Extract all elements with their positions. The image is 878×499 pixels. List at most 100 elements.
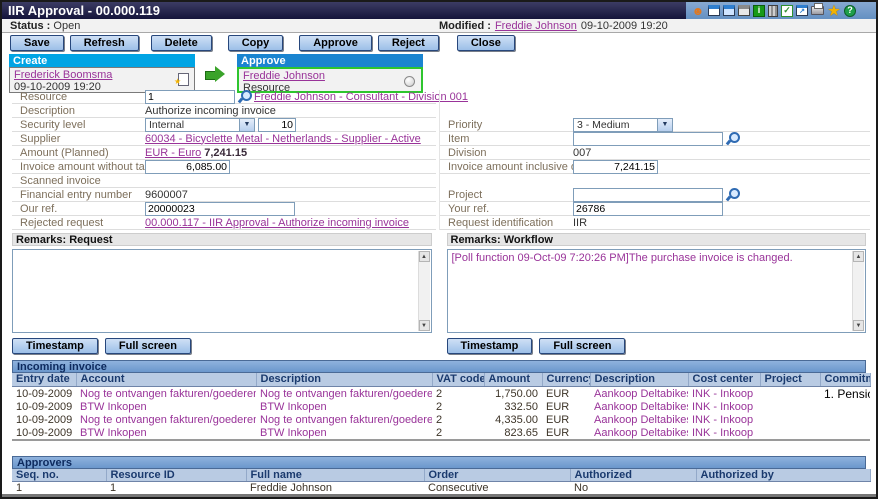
table-cell: 2 [432,386,484,401]
fullscreen-button[interactable]: Full screen [539,338,625,354]
project-input[interactable] [573,188,723,202]
copy-button[interactable]: Copy [228,35,284,51]
copy-icon[interactable] [738,5,750,16]
table-link-cell[interactable]: BTW Inkopen [256,427,432,440]
search-icon[interactable] [238,90,251,103]
resource-card-icon[interactable]: ☻ [691,4,705,17]
table-row: 10-09-2009BTW InkopenBTW Inkopen2332.50E… [12,401,870,414]
table-link-cell[interactable]: INK - Inkoop [688,414,760,427]
close-button[interactable]: Close [457,35,515,51]
security-level-value-input[interactable] [258,118,296,132]
scrollbar[interactable]: ▲ ▼ [852,251,864,331]
resource-link[interactable]: Freddie Johnson - Consultant - Division … [254,91,468,103]
workflow-icon[interactable]: ✓ [781,5,793,17]
scrollbar[interactable]: ▲ ▼ [418,251,430,331]
table-link-cell[interactable]: Aankoop Deltabikes [590,401,688,414]
incoming-invoice-section: Incoming invoice Entry dateAccountDescri… [12,360,866,441]
priority-select[interactable]: 3 - Medium ▼ [573,118,673,132]
approve-button[interactable]: Approve [299,35,372,51]
status-bar: Status : Open Modified : Freddie Johnson… [2,19,876,33]
approve-resource-link[interactable]: Freddie Johnson [243,70,325,82]
table-cell [820,414,870,427]
delete-icon[interactable] [768,5,778,17]
table-cell: 2 [432,401,484,414]
item-input[interactable] [573,132,723,146]
attachments-icon[interactable] [723,5,735,16]
table-cell: 4,335.00 [484,414,542,427]
our-ref-input[interactable] [145,202,295,216]
rejected-request-label: Rejected request [12,217,145,229]
security-level-select[interactable]: Internal ▼ [145,118,255,132]
table-link-cell[interactable]: INK - Inkoop [688,427,760,440]
invoice-amount-inclusive-of-tax-input[interactable] [573,160,658,174]
info-icon[interactable]: i [753,5,765,17]
modified-info: Modified : Freddie Johnson 09-10-2009 19… [439,19,668,32]
table-link-cell[interactable]: INK - Inkoop [688,386,760,401]
currency-link[interactable]: EUR - Euro [145,147,201,159]
rejected-request-link[interactable]: 00.000.117 - IIR Approval - Authorize in… [145,217,409,229]
remarks-request-textarea[interactable]: ▲ ▼ [12,249,432,333]
table-link-cell[interactable]: Nog te ontvangen fakturen/goederen [76,386,256,401]
table-cell: 2 [432,414,484,427]
our-ref-label: Our ref. [12,203,145,215]
table-cell: 10-09-2009 [12,414,76,427]
next-step-arrow-icon [205,66,227,82]
create-resource-link[interactable]: Frederick Boomsma [14,69,112,81]
table-link-cell[interactable]: Nog te ontvangen fakturen/goederen [256,414,432,427]
table-link-cell[interactable]: Aankoop Deltabikes [590,386,688,401]
save-button[interactable]: Save [10,35,64,51]
remarks-workflow-title: Remarks: Workflow [451,234,554,246]
financial-entry-number-value: 9600007 [145,189,188,201]
print-icon[interactable] [811,6,824,15]
table-link-cell[interactable]: Nog te ontvangen fakturen/goederen [76,414,256,427]
resource-input[interactable] [145,90,235,104]
fullscreen-button[interactable]: Full screen [105,338,191,354]
timestamp-button[interactable]: Timestamp [12,338,98,354]
delete-button[interactable]: Delete [151,35,212,51]
page-title: IIR Approval - 00.000.119 [8,3,160,18]
title-bar: IIR Approval - 00.000.119 ☻ i ✓↗ ★? [2,2,876,19]
favorites-icon[interactable]: ★ [827,4,841,17]
column-header: Commitment [820,373,870,386]
scroll-down-icon[interactable]: ▼ [853,320,864,331]
popup-icon[interactable]: ↗ [796,5,808,16]
search-icon[interactable] [726,188,739,201]
search-icon[interactable] [726,132,739,145]
refresh-button[interactable]: Refresh [70,35,139,51]
supplier-link[interactable]: 60034 - Bicyclette Metal - Netherlands -… [145,133,421,145]
table-cell [760,427,820,440]
invoice-amount-without-tax-input[interactable] [145,160,230,174]
help-icon[interactable]: ? [844,5,856,17]
table-link-cell[interactable]: INK - Inkoop [688,401,760,414]
table-link-cell[interactable]: Aankoop Deltabikes [590,414,688,427]
division-label: Division [440,147,573,159]
table-link-cell[interactable]: Aankoop Deltabikes [590,427,688,440]
scroll-up-icon[interactable]: ▲ [419,251,430,262]
column-header: Description [590,373,688,386]
modified-datetime: 09-10-2009 19:20 [581,20,668,32]
timestamp-button[interactable]: Timestamp [447,338,533,354]
new-document-icon[interactable] [178,73,189,86]
modified-by-link[interactable]: Freddie Johnson [495,20,577,32]
iir-approval-window: IIR Approval - 00.000.119 ☻ i ✓↗ ★? Status … [0,0,878,499]
scroll-down-icon[interactable]: ▼ [419,320,430,331]
table-link-cell[interactable]: Nog te ontvangen fakturen/goederen [256,386,432,401]
remarks-workflow-panel: Remarks: Workflow [Poll function 09-Oct-… [447,233,867,354]
approve-radio[interactable] [404,76,415,87]
table-cell: 1. Pension [820,386,870,401]
table-link-cell[interactable]: BTW Inkopen [256,401,432,414]
column-header: Currency [542,373,590,386]
table-cell [820,427,870,440]
reject-button[interactable]: Reject [378,35,439,51]
your-ref-input[interactable] [573,202,723,216]
remarks-workflow-textarea[interactable]: [Poll function 09-Oct-09 7:20:26 PM]The … [447,249,867,333]
table-cell: EUR [542,401,590,414]
scroll-up-icon[interactable]: ▲ [853,251,864,262]
documents-icon[interactable] [708,5,720,16]
table-cell: 823.65 [484,427,542,440]
approve-step-header: Approve [237,54,423,67]
chevron-down-icon: ▼ [239,119,254,131]
resource-label: Resource [12,91,145,103]
table-link-cell[interactable]: BTW Inkopen [76,401,256,414]
table-link-cell[interactable]: BTW Inkopen [76,427,256,440]
